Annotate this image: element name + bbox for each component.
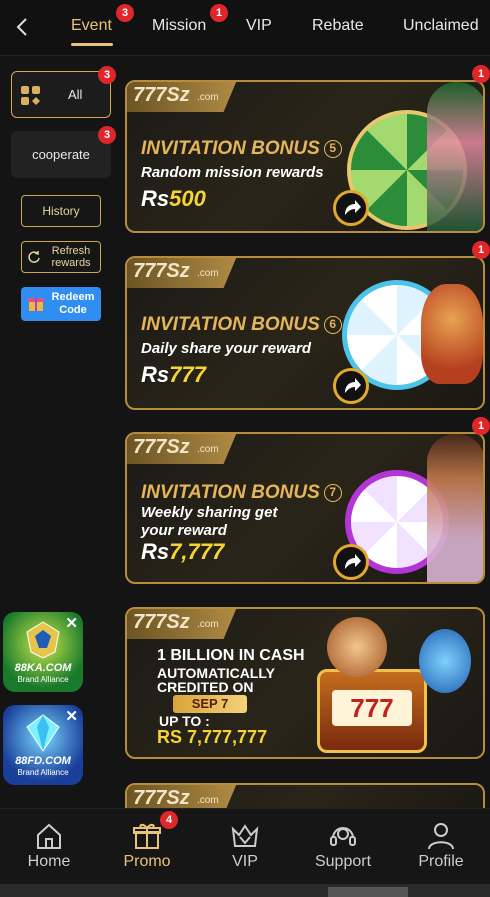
close-icon[interactable]: ✕	[65, 707, 78, 725]
refresh-rewards-label: Refresh rewards	[51, 245, 91, 269]
gem-icon	[26, 714, 60, 752]
banner-invitation-bonus-5[interactable]: 777Sz .com INVITATION BONUS 5 Random missi…	[125, 80, 485, 233]
banner-title: INVITATION BONUS 7	[141, 482, 342, 504]
history-button[interactable]: History	[21, 195, 101, 227]
refresh-icon	[28, 251, 40, 263]
nav-promo-label: Promo	[123, 853, 171, 870]
person-icon	[428, 823, 454, 850]
nav-profile-label: Profile	[418, 853, 464, 870]
category-all[interactable]: All	[11, 71, 111, 118]
share-arrow-icon	[345, 378, 361, 393]
banner-go-button[interactable]	[333, 544, 369, 580]
banner-amount: Rs777	[141, 362, 206, 387]
home-indicator	[328, 887, 408, 897]
ad-brand-subtitle: Brand Alliance	[17, 768, 69, 777]
tab-unclaimed[interactable]: Unclaimed	[403, 17, 479, 35]
mascot-girl-image	[427, 434, 483, 582]
tab-event-badge: 3	[116, 4, 134, 22]
tab-rebate[interactable]: Rebate	[312, 17, 364, 35]
mascot-girl-image	[427, 82, 483, 231]
nav-home-label: Home	[27, 853, 71, 870]
crown-icon	[231, 824, 259, 847]
banner-line-credited: CREDITED ON	[157, 679, 254, 695]
redeem-code-button[interactable]: Redeem Code	[21, 287, 101, 321]
category-cooperate-label: cooperate	[32, 147, 90, 162]
nav-support[interactable]: Support	[294, 809, 392, 885]
slot-machine-image: 777	[317, 669, 427, 753]
category-all-label: All	[68, 87, 83, 102]
banner-2-badge: 1	[472, 241, 490, 259]
nav-home[interactable]: Home	[0, 809, 98, 885]
mascot-dolphin-image	[419, 629, 471, 693]
refresh-rewards-button[interactable]: Refresh rewards	[21, 241, 101, 273]
grid-icon	[21, 86, 40, 105]
nav-promo-badge: 4	[160, 811, 178, 829]
redeem-code-label: Redeem Code	[51, 291, 95, 316]
tab-mission[interactable]: Mission	[152, 17, 206, 35]
brand-alliance-ad-88fd[interactable]: ✕ 88FD.COM Brand Alliance	[3, 705, 83, 785]
emblem-icon	[26, 621, 60, 659]
category-cooperate-badge: 3	[98, 126, 116, 144]
top-tabs: Event 3 Mission 1 VIP Rebate Unclaimed	[0, 0, 490, 56]
mascot-boy-image	[327, 617, 387, 677]
brand-alliance-ad-88ka[interactable]: ✕ 88KA.COM Brand Alliance	[3, 612, 83, 692]
nav-promo[interactable]: 4 Promo	[98, 809, 196, 885]
tab-vip[interactable]: VIP	[246, 17, 272, 35]
tab-mission-badge: 1	[210, 4, 228, 22]
nav-profile[interactable]: Profile	[392, 809, 490, 885]
mascot-hamster-image	[421, 284, 483, 384]
home-icon	[37, 823, 61, 849]
category-cooperate[interactable]: cooperate	[11, 131, 111, 178]
close-icon[interactable]: ✕	[65, 614, 78, 632]
headset-icon	[330, 827, 356, 846]
bottom-navigation: Home 4 Promo VIP Support Profile	[0, 808, 490, 884]
active-tab-indicator	[71, 43, 113, 46]
nav-vip[interactable]: VIP	[196, 809, 294, 885]
ad-brand-subtitle: Brand Alliance	[17, 675, 69, 684]
share-arrow-icon	[345, 554, 361, 569]
banner-prize-amount: RS 7,777,777	[157, 727, 268, 747]
banner-go-button[interactable]	[333, 190, 369, 226]
tab-event[interactable]: Event	[71, 17, 112, 35]
ad-brand-name: 88KA.COM	[14, 662, 72, 674]
back-arrow-icon[interactable]	[12, 16, 34, 38]
brand-logo: 777Sz .com	[127, 609, 237, 639]
ad-brand-name: 88FD.COM	[15, 755, 71, 767]
banner-go-button[interactable]	[333, 368, 369, 404]
banner-subtitle: Weekly sharing get your reward	[141, 504, 278, 539]
banner-subtitle: Random mission rewards	[141, 164, 324, 181]
banner-1-billion-cash[interactable]: 777Sz .com 1 BILLION IN CASH AUTOMATICALL…	[125, 607, 485, 759]
banner-amount: Rs500	[141, 186, 206, 211]
nav-vip-label: VIP	[232, 853, 258, 870]
system-home-bar	[0, 884, 490, 897]
nav-support-label: Support	[314, 853, 372, 870]
banner-date: SEP 7	[173, 695, 247, 713]
share-arrow-icon	[345, 200, 361, 215]
gift-icon	[133, 823, 161, 849]
gift-box-icon	[28, 298, 44, 311]
category-all-badge: 3	[98, 66, 116, 84]
brand-logo: 777Sz .com	[127, 258, 237, 288]
brand-logo: 777Sz .com	[127, 434, 237, 464]
banner-invitation-bonus-7[interactable]: 777Sz .com INVITATION BONUS 7 Weekly shari…	[125, 432, 485, 584]
banner-invitation-bonus-6[interactable]: 777Sz .com INVITATION BONUS 6 Daily share …	[125, 256, 485, 410]
banner-title: INVITATION BONUS 5	[141, 138, 342, 160]
banner-3-badge: 1	[472, 417, 490, 435]
banner-headline: 1 BILLION IN CASH	[157, 647, 305, 664]
banner-title: INVITATION BONUS 6	[141, 314, 342, 336]
banner-subtitle: Daily share your reward	[141, 340, 312, 357]
banner-amount: Rs7,777	[141, 539, 225, 564]
banner-1-badge: 1	[472, 65, 490, 83]
brand-logo: 777Sz .com	[127, 82, 237, 112]
